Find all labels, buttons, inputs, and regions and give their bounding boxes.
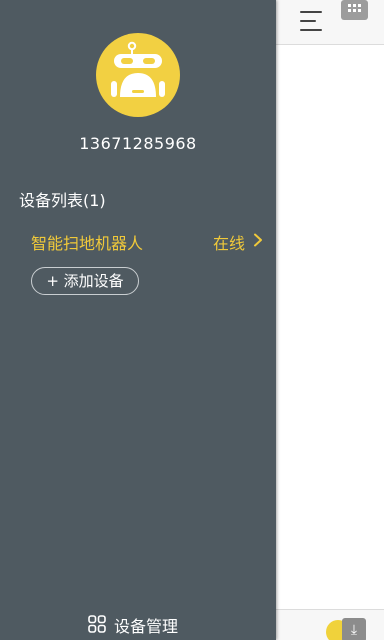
grid-icon[interactable] bbox=[341, 0, 368, 20]
main-header bbox=[276, 0, 384, 45]
device-row[interactable]: 智能扫地机器人 在线 bbox=[0, 222, 276, 258]
add-device-button[interactable]: + 添加设备 bbox=[31, 267, 139, 295]
device-list-title: 设备列表(1) bbox=[19, 191, 106, 210]
side-drawer: 13671285968 设备列表(1) 智能扫地机器人 在线 + 添加设备 设备… bbox=[0, 0, 276, 640]
four-squares-icon bbox=[88, 615, 106, 633]
download-icon[interactable]: ⤓ bbox=[342, 618, 366, 640]
avatar[interactable] bbox=[96, 33, 180, 117]
phone-number: 13671285968 bbox=[79, 134, 197, 153]
main-footer: ⤓ bbox=[276, 609, 384, 640]
chevron-right-icon bbox=[254, 233, 262, 247]
device-manage-label: 设备管理 bbox=[114, 617, 179, 636]
menu-icon[interactable] bbox=[300, 10, 324, 32]
main-content: ⤓ bbox=[276, 0, 384, 640]
device-status: 在线 bbox=[213, 234, 246, 253]
device-name: 智能扫地机器人 bbox=[31, 234, 144, 253]
robot-icon bbox=[111, 41, 165, 97]
